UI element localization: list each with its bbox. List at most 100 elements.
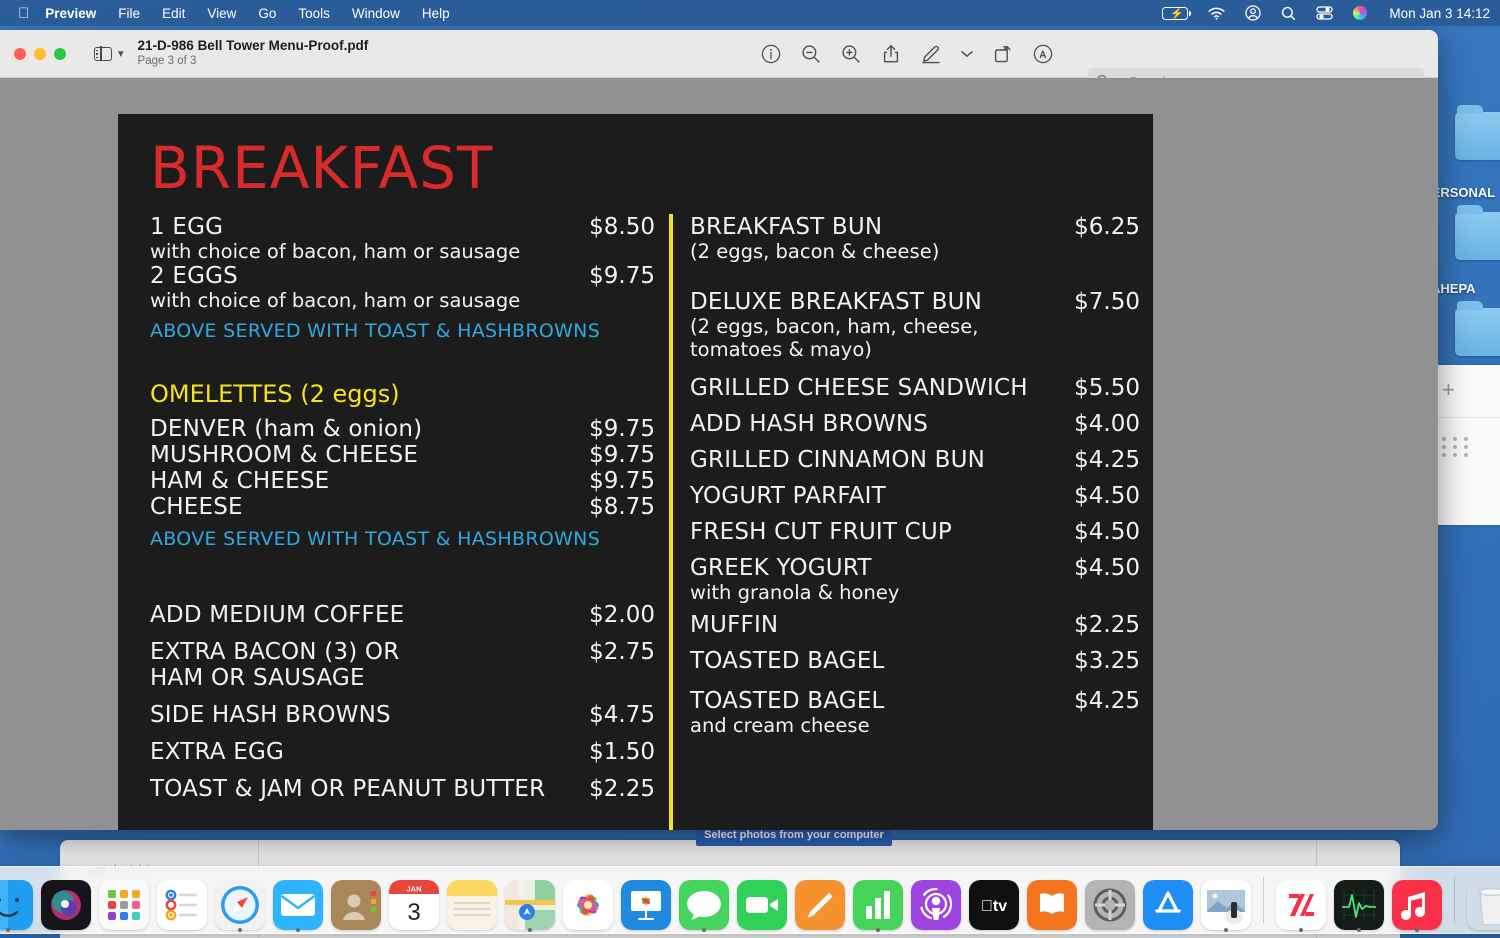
menu-item-window[interactable]: Window bbox=[352, 6, 400, 21]
bg-window-grid-icon[interactable] bbox=[1442, 437, 1471, 457]
item-description: HAM OR SAUSAGE bbox=[150, 665, 365, 691]
siri-icon[interactable] bbox=[1353, 6, 1368, 20]
dock-item-reminders[interactable] bbox=[156, 870, 208, 930]
dock-item-messages[interactable] bbox=[678, 870, 730, 930]
item-price: $9.75 bbox=[589, 442, 655, 468]
item-price: $8.75 bbox=[589, 494, 655, 520]
dock-item-activity-monitor[interactable] bbox=[1333, 870, 1385, 930]
dock-item-safari[interactable] bbox=[214, 870, 266, 930]
siri-icon bbox=[41, 880, 91, 930]
menu-item-edit[interactable]: Edit bbox=[162, 6, 185, 21]
item-price: $7.50 bbox=[1074, 289, 1140, 315]
menu-item-tools[interactable]: Tools bbox=[298, 6, 330, 21]
zoom-out-icon[interactable] bbox=[800, 43, 822, 65]
item-name: GREEK YOGURT bbox=[690, 555, 872, 581]
desktop-folder-3[interactable] bbox=[1455, 301, 1500, 356]
pdf-canvas: BREAKFAST 1 EGG $8.50 with choice of bac… bbox=[0, 78, 1438, 830]
dock-item-keynote[interactable] bbox=[620, 870, 672, 930]
dock-item-calendar[interactable]: JAN 3 bbox=[388, 870, 440, 930]
spotlight-search-icon[interactable] bbox=[1281, 6, 1296, 21]
dock-item-music[interactable] bbox=[1391, 870, 1443, 930]
dock-item-notes[interactable] bbox=[446, 870, 498, 930]
wifi-icon[interactable] bbox=[1208, 7, 1225, 20]
item-name: SIDE HASH BROWNS bbox=[150, 702, 391, 728]
dock-item-books[interactable] bbox=[1026, 870, 1078, 930]
control-center-icon[interactable] bbox=[1316, 6, 1334, 20]
dock-item-siri[interactable] bbox=[40, 870, 92, 930]
dock-item-finder[interactable] bbox=[0, 870, 34, 930]
user-account-icon[interactable] bbox=[1245, 5, 1262, 21]
item-name: DENVER (ham & onion) bbox=[150, 416, 423, 442]
battery-charging-icon[interactable]: ⚡ bbox=[1162, 6, 1192, 20]
item-name: EXTRA BACON (3) OR bbox=[150, 639, 400, 665]
dock-item-mail[interactable] bbox=[272, 870, 324, 930]
zoom-in-icon[interactable] bbox=[840, 43, 862, 65]
menu-item-row: DELUXE BREAKFAST BUN $7.50 bbox=[690, 289, 1140, 315]
markup-pen-icon[interactable] bbox=[920, 43, 942, 65]
menu-item-view[interactable]: View bbox=[207, 6, 236, 21]
facetime-icon bbox=[737, 880, 787, 930]
sidebar-toggle-button[interactable]: ▾ bbox=[94, 46, 124, 61]
menu-item-row: EXTRA EGG $1.50 bbox=[150, 739, 655, 765]
menubar-clock[interactable]: Mon Jan 3 14:12 bbox=[1389, 6, 1490, 21]
menu-item-row: YOGURT PARFAIT $4.50 bbox=[690, 483, 1140, 509]
item-name: GRILLED CHEESE SANDWICH bbox=[690, 375, 1028, 401]
dock-item-podcasts[interactable] bbox=[910, 870, 962, 930]
menu-item-row: DENVER (ham & onion) $9.75 bbox=[150, 416, 655, 442]
notes-icon bbox=[447, 880, 497, 930]
rotate-icon[interactable] bbox=[992, 43, 1014, 65]
dock-item-numbers[interactable] bbox=[852, 870, 904, 930]
dock-item-contacts[interactable] bbox=[330, 870, 382, 930]
zoom-button[interactable] bbox=[54, 47, 66, 60]
calendar-icon: JAN 3 bbox=[389, 880, 439, 930]
finder-icon bbox=[0, 880, 33, 930]
menu-item-row: MUSHROOM & CHEESE $9.75 bbox=[150, 442, 655, 468]
minimize-button[interactable] bbox=[34, 47, 46, 60]
item-description: with choice of bacon, ham or sausage bbox=[150, 240, 521, 263]
dock-item-launchpad[interactable] bbox=[98, 870, 150, 930]
menu-item-row: GREEK YOGURT $4.50 bbox=[690, 555, 1140, 581]
dock-item-pages[interactable] bbox=[794, 870, 846, 930]
chevron-down-icon[interactable] bbox=[960, 43, 974, 65]
menu-item-preview[interactable]: Preview bbox=[45, 6, 96, 21]
dock-item-system-preferences[interactable] bbox=[1084, 870, 1136, 930]
desktop-folder-1[interactable] bbox=[1455, 105, 1500, 160]
menu-item-row: SIDE HASH BROWNS $4.75 bbox=[150, 702, 655, 728]
menu-item-row: MUFFIN $2.25 bbox=[690, 612, 1140, 638]
item-price: $3.25 bbox=[1074, 648, 1140, 674]
dock-item-maps[interactable] bbox=[504, 870, 556, 930]
window-controls[interactable] bbox=[14, 47, 66, 60]
item-description: (2 eggs, bacon, ham, cheese, tomatoes & … bbox=[690, 315, 979, 361]
item-price: $2.25 bbox=[1074, 612, 1140, 638]
menu-item-row: 2 EGGS $9.75 bbox=[150, 263, 655, 289]
dock[interactable]: JAN 3 tv bbox=[0, 866, 1500, 934]
window-titlebar[interactable]: ▾ 21-D-986 Bell Tower Menu-Proof.pdf Pag… bbox=[0, 30, 1438, 94]
preview-toolbar bbox=[760, 30, 1054, 78]
annotate-icon[interactable] bbox=[1032, 43, 1054, 65]
menu-item-go[interactable]: Go bbox=[258, 6, 276, 21]
item-name: FRESH CUT FRUIT CUP bbox=[690, 519, 952, 545]
menu-item-row: TOASTED BAGEL $4.25 bbox=[690, 688, 1140, 714]
dock-item-app-store[interactable] bbox=[1142, 870, 1194, 930]
menu-item-row: TOAST & JAM OR PEANUT BUTTER $2.25 bbox=[150, 776, 655, 802]
close-button[interactable] bbox=[14, 47, 26, 60]
dock-item-preview[interactable] bbox=[1200, 870, 1252, 930]
dock-item-photos[interactable] bbox=[562, 870, 614, 930]
item-name: 2 EGGS bbox=[150, 263, 238, 289]
document-title: 21-D-986 Bell Tower Menu-Proof.pdf bbox=[137, 38, 369, 53]
bg-window-add-icon[interactable]: + bbox=[1442, 377, 1455, 403]
menu-item-file[interactable]: File bbox=[118, 6, 140, 21]
dock-item-apple-tv[interactable]: tv bbox=[968, 870, 1020, 930]
info-icon[interactable] bbox=[760, 43, 782, 65]
dock-item-facetime[interactable] bbox=[736, 870, 788, 930]
menu-item-help[interactable]: Help bbox=[422, 6, 450, 21]
item-price: $4.50 bbox=[1074, 483, 1140, 509]
chevron-down-icon[interactable]: ▾ bbox=[118, 47, 124, 60]
dock-item-trash[interactable] bbox=[1466, 870, 1500, 930]
dock-item-news[interactable] bbox=[1275, 870, 1327, 930]
share-icon[interactable] bbox=[880, 43, 902, 65]
item-description: with granola & honey bbox=[690, 581, 900, 604]
apple-logo-icon[interactable]:  bbox=[18, 6, 29, 21]
desktop-folder-2[interactable] bbox=[1455, 205, 1500, 260]
item-name: MUSHROOM & CHEESE bbox=[150, 442, 419, 468]
